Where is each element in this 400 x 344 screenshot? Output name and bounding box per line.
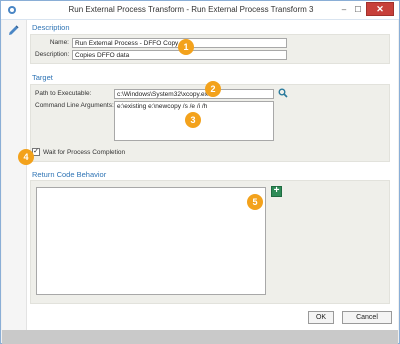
description-label: Description: [35,51,70,58]
description-header: Description [32,23,70,32]
wait-label: Wait for Process Completion [43,149,126,156]
args-label: Command Line Arguments: [35,102,114,109]
path-field[interactable]: c:\Windows\System32\xcopy.exe [114,89,274,99]
close-button[interactable]: ✕ [366,2,394,16]
add-rule-icon[interactable]: + [271,186,282,197]
return-code-panel: + [30,180,390,304]
return-code-header: Return Code Behavior [32,170,107,179]
name-label: Name: [49,39,69,46]
side-strip [2,20,27,330]
ok-button[interactable]: OK [308,311,334,324]
window-title: Run External Process Transform - Run Ext… [68,5,314,14]
path-label: Path to Executable: [35,90,92,97]
callout-badge-1: 1 [178,39,194,55]
pencil-icon [9,25,19,35]
description-panel: Name: Run External Process - DFFO Copy D… [30,34,390,64]
callout-badge-5: 5 [247,194,263,210]
dialog-content: Description Name: Run External Process -… [2,20,398,330]
browse-icon[interactable] [278,88,288,98]
callout-badge-4: 4 [18,149,34,165]
app-icon [8,6,16,14]
status-strip [2,330,398,344]
cancel-button[interactable]: Cancel [342,311,392,324]
callout-badge-2: 2 [205,81,221,97]
maximize-button[interactable]: ☐ [351,4,365,15]
callout-badge-3: 3 [185,112,201,128]
target-header: Target [32,73,53,82]
dialog-window: Run External Process Transform - Run Ext… [0,0,400,344]
return-code-list[interactable] [36,187,266,295]
minimize-button[interactable]: – [337,4,351,15]
title-bar[interactable]: Run External Process Transform - Run Ext… [1,1,399,20]
